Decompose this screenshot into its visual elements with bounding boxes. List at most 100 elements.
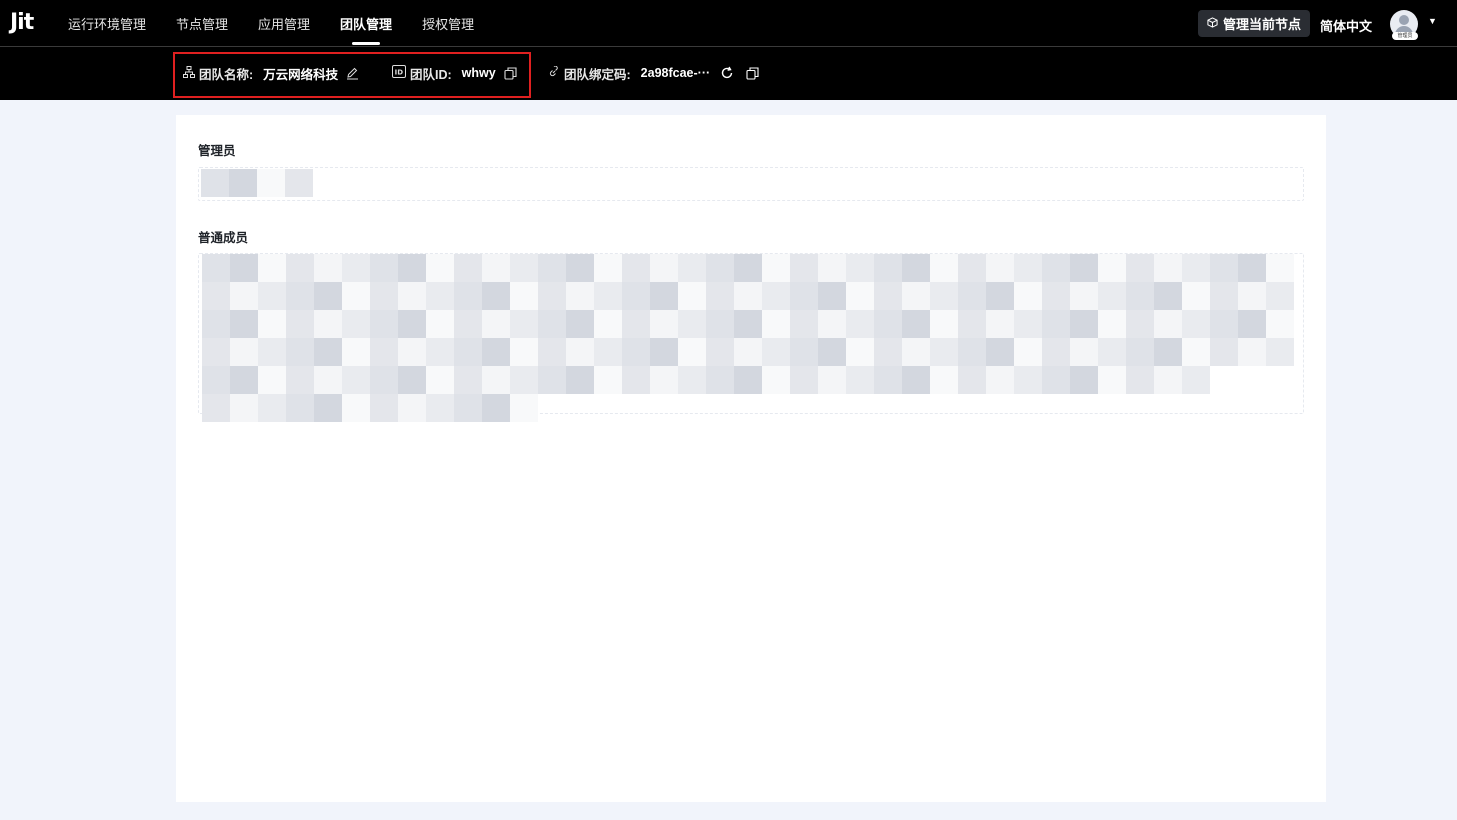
mosaic-cell: [230, 254, 258, 282]
mosaic-cell: [818, 338, 846, 366]
mosaic-cell: [566, 310, 594, 338]
mosaic-cell: [342, 310, 370, 338]
language-selector[interactable]: 简体中文: [1320, 16, 1372, 35]
mosaic-cell: [510, 310, 538, 338]
mosaic-cell: [482, 310, 510, 338]
admins-list: [198, 167, 1304, 201]
mosaic-cell: [1238, 310, 1266, 338]
nav-item-runtime-env[interactable]: 运行环境管理: [55, 0, 159, 47]
mosaic-cell: [650, 394, 678, 422]
mosaic-cell: [930, 366, 958, 394]
mosaic-cell: [958, 394, 986, 422]
mosaic-cell: [426, 310, 454, 338]
caret-down-icon[interactable]: ▼: [1428, 16, 1437, 26]
mosaic-cell: [566, 254, 594, 282]
avatar-role-tag: 管理员: [1392, 32, 1418, 40]
mosaic-cell: [566, 282, 594, 310]
mosaic-cell: [986, 338, 1014, 366]
mosaic-cell: [258, 338, 286, 366]
mosaic-cell: [818, 394, 846, 422]
mosaic-cell: [230, 338, 258, 366]
mosaic-cell: [678, 338, 706, 366]
mosaic-cell: [202, 366, 230, 394]
mosaic-cell: [1154, 254, 1182, 282]
mosaic-cell: [258, 310, 286, 338]
mosaic-cell: [734, 394, 762, 422]
mosaic-cell: [902, 338, 930, 366]
mosaic-cell: [538, 394, 566, 422]
mosaic-cell: [958, 310, 986, 338]
mosaic-cell: [1266, 310, 1294, 338]
mosaic-cell: [594, 310, 622, 338]
mosaic-cell: [342, 254, 370, 282]
mosaic-cell: [1182, 310, 1210, 338]
mosaic-cell: [874, 310, 902, 338]
mosaic-cell: [846, 254, 874, 282]
mosaic-cell: [594, 254, 622, 282]
mosaic-cell: [706, 394, 734, 422]
mosaic-cell: [622, 394, 650, 422]
mosaic-cell: [1266, 394, 1294, 422]
mosaic-cell: [790, 282, 818, 310]
mosaic-cell: [538, 338, 566, 366]
mosaic-cell: [930, 310, 958, 338]
team-members-card: [176, 115, 1326, 802]
user-head-shape: [1399, 15, 1409, 25]
mosaic-cell: [201, 169, 229, 197]
mosaic-cell: [762, 282, 790, 310]
mosaic-cell: [258, 394, 286, 422]
members-blurred: [202, 254, 1294, 422]
nav-item-apps[interactable]: 应用管理: [245, 0, 323, 47]
mosaic-cell: [314, 282, 342, 310]
team-bind-code-value: 2a98fcae-···: [640, 66, 711, 80]
mosaic-cell: [426, 254, 454, 282]
mosaic-cell: [1182, 394, 1210, 422]
copy-bind-code-icon[interactable]: [746, 66, 759, 80]
mosaic-cell: [398, 366, 426, 394]
mosaic-cell: [398, 338, 426, 366]
mosaic-cell: [230, 394, 258, 422]
mosaic-cell: [538, 254, 566, 282]
mosaic-cell: [1042, 254, 1070, 282]
nav-item-team[interactable]: 团队管理: [327, 0, 405, 47]
mosaic-cell: [734, 282, 762, 310]
mosaic-cell: [706, 310, 734, 338]
mosaic-cell: [1266, 338, 1294, 366]
mosaic-cell: [846, 366, 874, 394]
mosaic-cell: [846, 338, 874, 366]
nav-item-authorization[interactable]: 授权管理: [409, 0, 487, 47]
mosaic-cell: [1014, 254, 1042, 282]
mosaic-cell: [1098, 254, 1126, 282]
mosaic-cell: [538, 366, 566, 394]
mosaic-cell: [566, 338, 594, 366]
nav-item-nodes[interactable]: 节点管理: [163, 0, 241, 47]
mosaic-cell: [202, 338, 230, 366]
mosaic-cell: [706, 282, 734, 310]
mosaic-cell: [1098, 310, 1126, 338]
mosaic-cell: [1014, 366, 1042, 394]
mosaic-cell: [818, 310, 846, 338]
mosaic-cell: [1210, 338, 1238, 366]
mosaic-cell: [286, 394, 314, 422]
mosaic-cell: [1154, 366, 1182, 394]
mosaic-cell: [930, 338, 958, 366]
mosaic-cell: [986, 366, 1014, 394]
mosaic-cell: [1266, 254, 1294, 282]
mosaic-cell: [230, 282, 258, 310]
mosaic-cell: [314, 366, 342, 394]
mosaic-cell: [1098, 394, 1126, 422]
mosaic-cell: [958, 366, 986, 394]
mosaic-cell: [650, 254, 678, 282]
refresh-icon[interactable]: [720, 66, 734, 80]
app-logo[interactable]: Jit: [10, 10, 34, 35]
mosaic-cell: [1126, 366, 1154, 394]
mosaic-cell: [482, 282, 510, 310]
mosaic-cell: [1210, 394, 1238, 422]
mosaic-cell: [1014, 310, 1042, 338]
manage-current-node-button[interactable]: 管理当前节点: [1198, 10, 1311, 37]
mosaic-cell: [482, 254, 510, 282]
mosaic-cell: [258, 282, 286, 310]
mosaic-cell: [874, 282, 902, 310]
mosaic-cell: [370, 310, 398, 338]
mosaic-cell: [1098, 366, 1126, 394]
